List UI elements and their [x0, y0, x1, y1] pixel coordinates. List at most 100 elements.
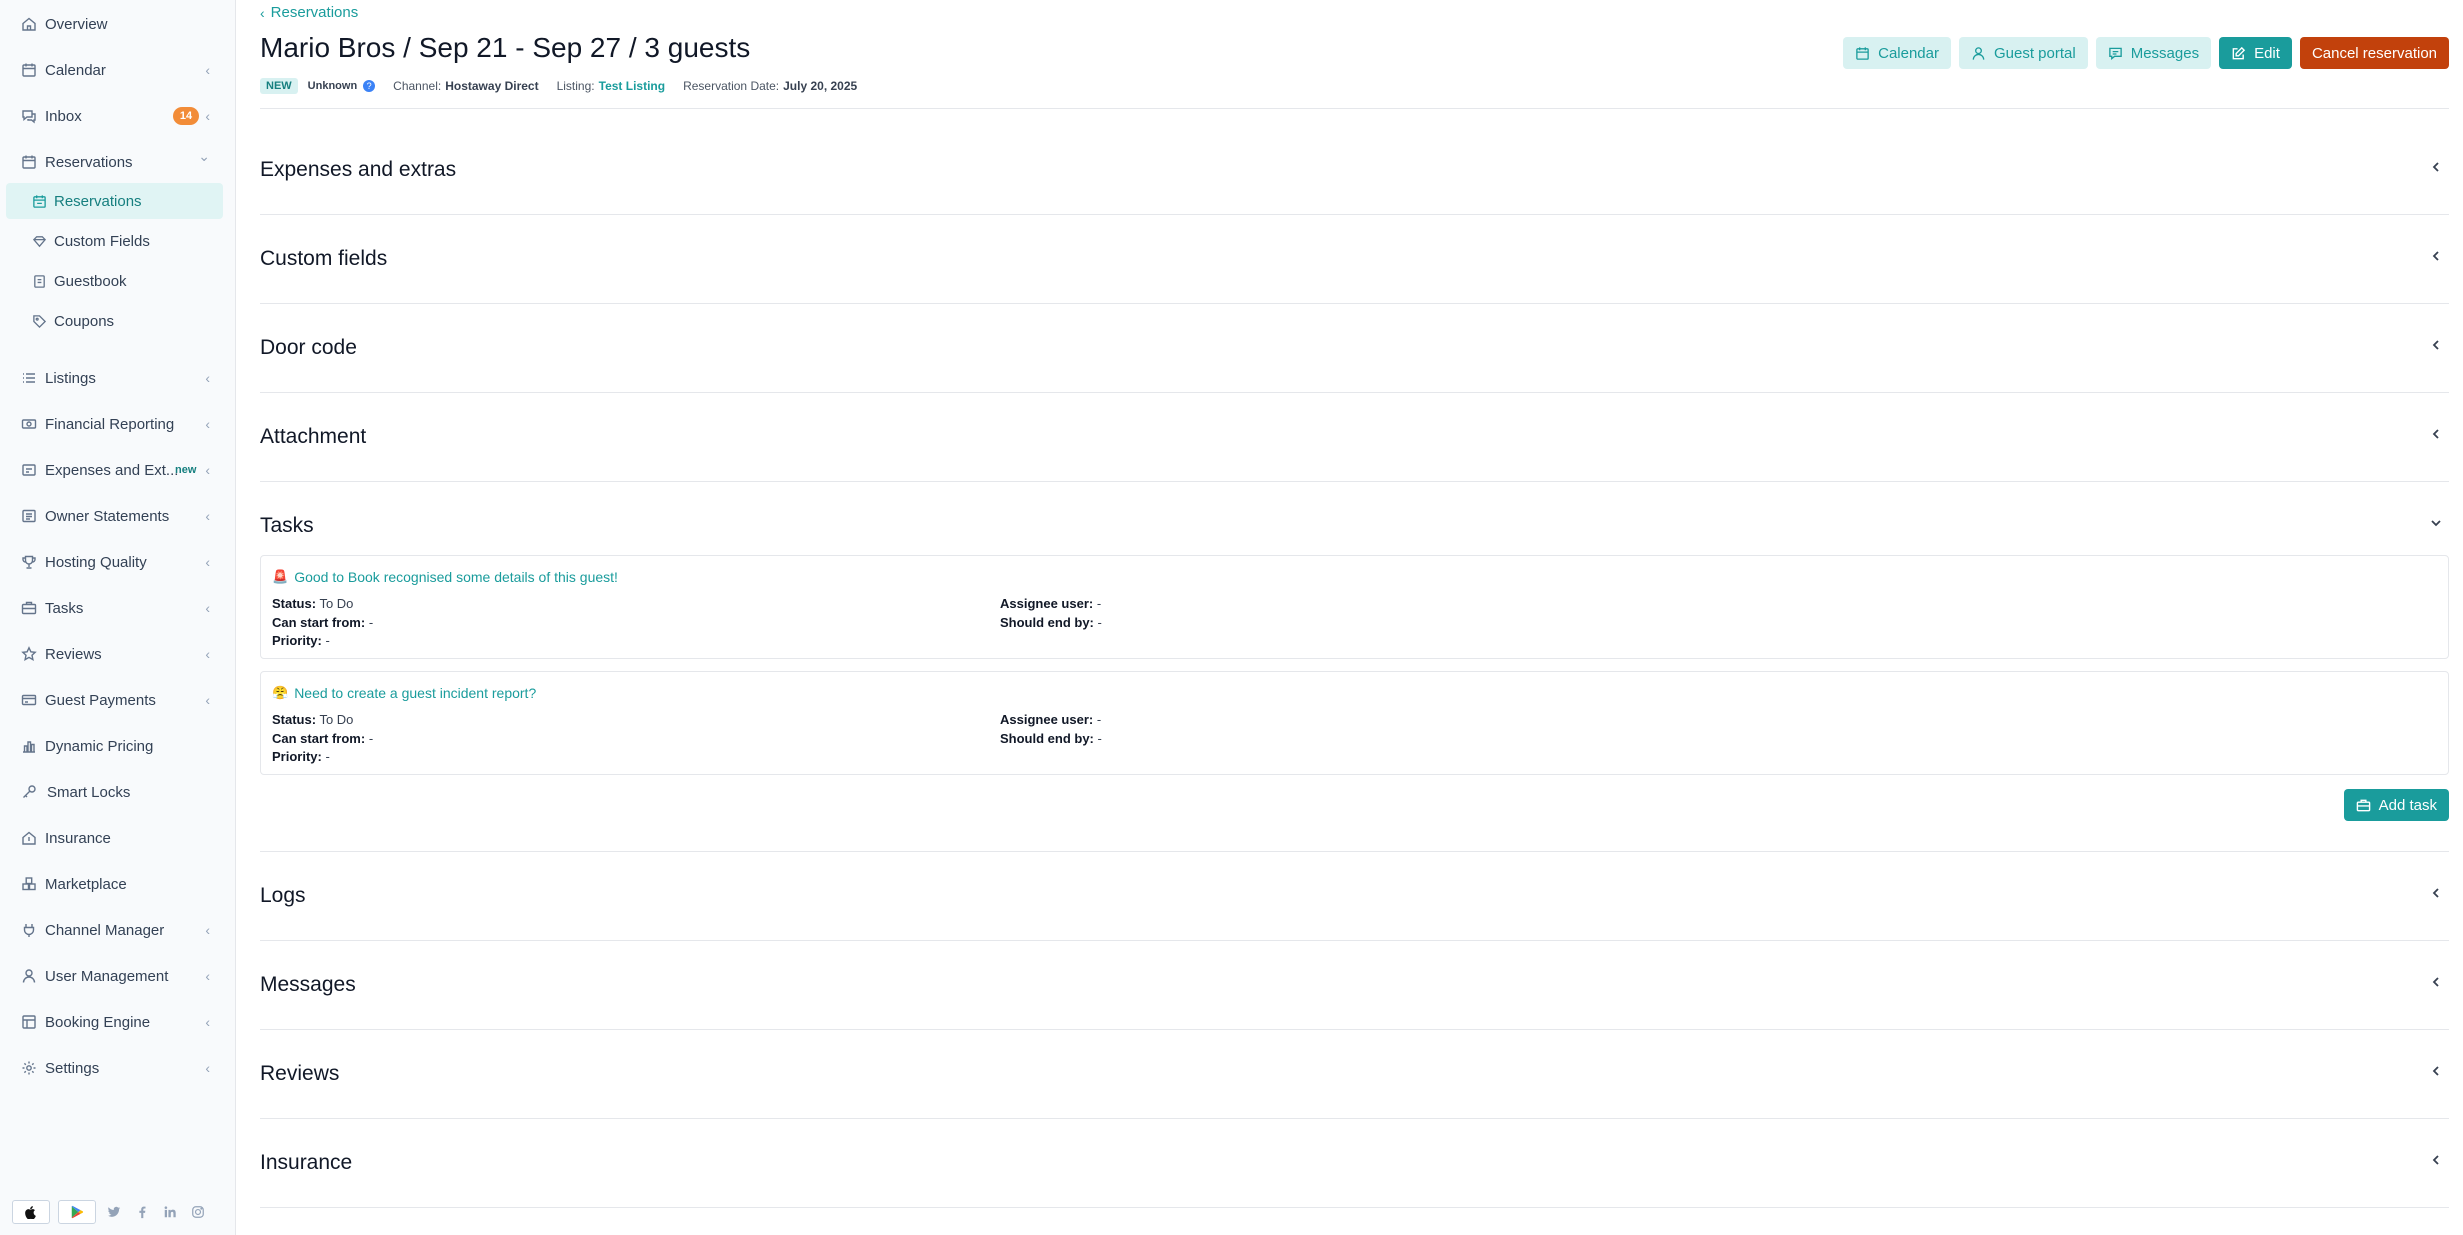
sidebar-item-label: Custom Fields	[54, 232, 150, 250]
sidebar-item-label: Guestbook	[54, 272, 127, 290]
chevron-left-icon: ‹	[205, 646, 210, 662]
section-attachment[interactable]: Attachment	[260, 393, 2449, 482]
gear-icon	[20, 1059, 38, 1077]
linkedin-icon[interactable]	[160, 1202, 180, 1222]
calendar-button[interactable]: Calendar	[1843, 37, 1951, 69]
add-task-label: Add task	[2378, 796, 2437, 814]
facebook-icon[interactable]	[132, 1202, 152, 1222]
task-status: Status: To Do	[272, 596, 354, 611]
sidebar-item-reservations-list[interactable]: Reservations	[6, 183, 223, 219]
calendar-check-icon	[30, 192, 48, 210]
section-expenses-and-extras[interactable]: Expenses and extras	[260, 126, 2449, 215]
section-custom-fields[interactable]: Custom fields	[260, 215, 2449, 304]
listing-label: Listing:	[556, 79, 595, 93]
sidebar-item-expenses[interactable]: Expenses and Ext... new ‹	[0, 452, 236, 488]
add-task-button[interactable]: Add task	[2343, 789, 2449, 821]
sidebar-item-smart-locks[interactable]: Smart Locks	[0, 774, 236, 810]
chevron-left-icon: ‹	[205, 692, 210, 708]
sidebar-item-reservations[interactable]: Reservations ⌄	[0, 144, 236, 180]
calendar-check-icon	[20, 153, 38, 171]
guest-portal-button[interactable]: Guest portal	[1958, 37, 2088, 69]
sidebar-item-label: Reviews	[45, 645, 102, 663]
briefcase-icon	[2356, 799, 2370, 811]
breadcrumb[interactable]: ‹ Reservations	[260, 4, 358, 21]
header-actions: Calendar Guest portal Messages Edit Canc…	[1843, 37, 2449, 69]
payment-status: Unknown	[307, 80, 358, 92]
chat-icon	[20, 107, 38, 125]
section-title: Logs	[260, 884, 306, 907]
chevron-left-icon[interactable]	[2429, 1064, 2443, 1078]
sidebar-item-marketplace[interactable]: Marketplace	[0, 866, 236, 902]
plug-icon	[20, 921, 38, 939]
sidebar-item-hosting-quality[interactable]: Hosting Quality ‹	[0, 544, 236, 580]
breadcrumb-reservations-link[interactable]: Reservations	[271, 4, 359, 21]
sidebar-item-overview[interactable]: Overview	[0, 6, 236, 42]
messages-button[interactable]: Messages	[2095, 37, 2212, 69]
chevron-left-icon: ‹	[205, 62, 210, 78]
section-title[interactable]: Tasks	[260, 514, 314, 538]
listing-link[interactable]: Test Listing	[599, 79, 665, 93]
sidebar-item-guest-payments[interactable]: Guest Payments ‹	[0, 682, 236, 718]
chevron-left-icon[interactable]	[2429, 427, 2443, 441]
sidebar-item-dynamic-pricing[interactable]: Dynamic Pricing	[0, 728, 236, 764]
reservation-date-label: Reservation Date:	[683, 79, 780, 93]
sidebar-item-owner-statements[interactable]: Owner Statements ‹	[0, 498, 236, 534]
chevron-left-icon[interactable]	[2429, 1153, 2443, 1167]
money-icon	[20, 415, 38, 433]
briefcase-icon	[20, 599, 38, 617]
apple-app-store-icon[interactable]	[12, 1200, 50, 1224]
section-reviews[interactable]: Reviews	[260, 1030, 2449, 1119]
edit-button[interactable]: Edit	[2219, 37, 2292, 69]
section-insurance[interactable]: Insurance	[260, 1119, 2449, 1208]
edit-icon	[2232, 46, 2246, 59]
sidebar-item-reviews[interactable]: Reviews ‹	[0, 636, 236, 672]
diamond-icon	[30, 232, 48, 250]
chevron-left-icon[interactable]	[2429, 249, 2443, 263]
sidebar-item-settings[interactable]: Settings ‹	[0, 1050, 236, 1086]
sidebar-item-guestbook[interactable]: Guestbook	[0, 263, 236, 299]
chevron-left-icon[interactable]	[2429, 975, 2443, 989]
section-door-code[interactable]: Door code	[260, 304, 2449, 393]
sidebar-item-user-management[interactable]: User Management ‹	[0, 958, 236, 994]
sidebar-item-label: Hosting Quality	[45, 553, 147, 571]
house-shield-icon	[20, 829, 38, 847]
twitter-icon[interactable]	[104, 1202, 124, 1222]
sidebar-item-channel-manager[interactable]: Channel Manager ‹	[0, 912, 236, 948]
sidebar-item-insurance[interactable]: Insurance	[0, 820, 236, 856]
messages-button-label: Messages	[2130, 44, 2200, 62]
cancel-reservation-button[interactable]: Cancel reservation	[2299, 37, 2449, 69]
sidebar-item-label: Marketplace	[45, 875, 127, 893]
task-end: Should end by: -	[1000, 615, 1102, 630]
sidebar-item-calendar[interactable]: Calendar ‹	[0, 52, 236, 88]
help-icon[interactable]: ?	[363, 80, 376, 92]
sidebar-item-custom-fields[interactable]: Custom Fields	[0, 223, 236, 259]
instagram-icon[interactable]	[188, 1202, 208, 1222]
chevron-down-icon[interactable]	[2429, 516, 2443, 530]
task-card: 🚨 Good to Book recognised some details o…	[260, 555, 2449, 659]
sidebar-item-booking-engine[interactable]: Booking Engine ‹	[0, 1004, 236, 1040]
chevron-left-icon[interactable]	[2429, 160, 2443, 174]
task-title-link[interactable]: 🚨 Good to Book recognised some details o…	[272, 569, 618, 585]
sidebar-item-label: Tasks	[45, 599, 84, 617]
section-logs[interactable]: Logs	[260, 852, 2449, 941]
user-icon	[1972, 46, 1985, 60]
sidebar-item-tasks[interactable]: Tasks ‹	[0, 590, 236, 626]
sidebar-item-inbox[interactable]: Inbox 14 ‹	[0, 98, 236, 134]
task-priority: Priority: -	[272, 633, 330, 648]
chevron-left-icon[interactable]	[2429, 338, 2443, 352]
google-play-icon[interactable]	[58, 1200, 96, 1224]
sidebar-item-financial-reporting[interactable]: Financial Reporting ‹	[0, 406, 236, 442]
task-start: Can start from: -	[272, 731, 374, 746]
chevron-left-icon: ‹	[205, 370, 210, 386]
sidebar-item-coupons[interactable]: Coupons	[0, 303, 236, 339]
calendar-icon	[20, 61, 38, 79]
chevron-left-icon: ‹	[205, 1060, 210, 1076]
chevron-left-icon[interactable]	[2429, 886, 2443, 900]
sidebar-item-label: Settings	[45, 1059, 100, 1077]
sidebar-item-listings[interactable]: Listings ‹	[0, 360, 236, 396]
chevron-left-icon: ‹	[205, 600, 210, 616]
channel-label: Channel:	[393, 79, 442, 93]
task-title-link[interactable]: 😤 Need to create a guest incident report…	[272, 685, 536, 701]
section-messages[interactable]: Messages	[260, 941, 2449, 1030]
sidebar-item-label: Booking Engine	[45, 1013, 151, 1031]
